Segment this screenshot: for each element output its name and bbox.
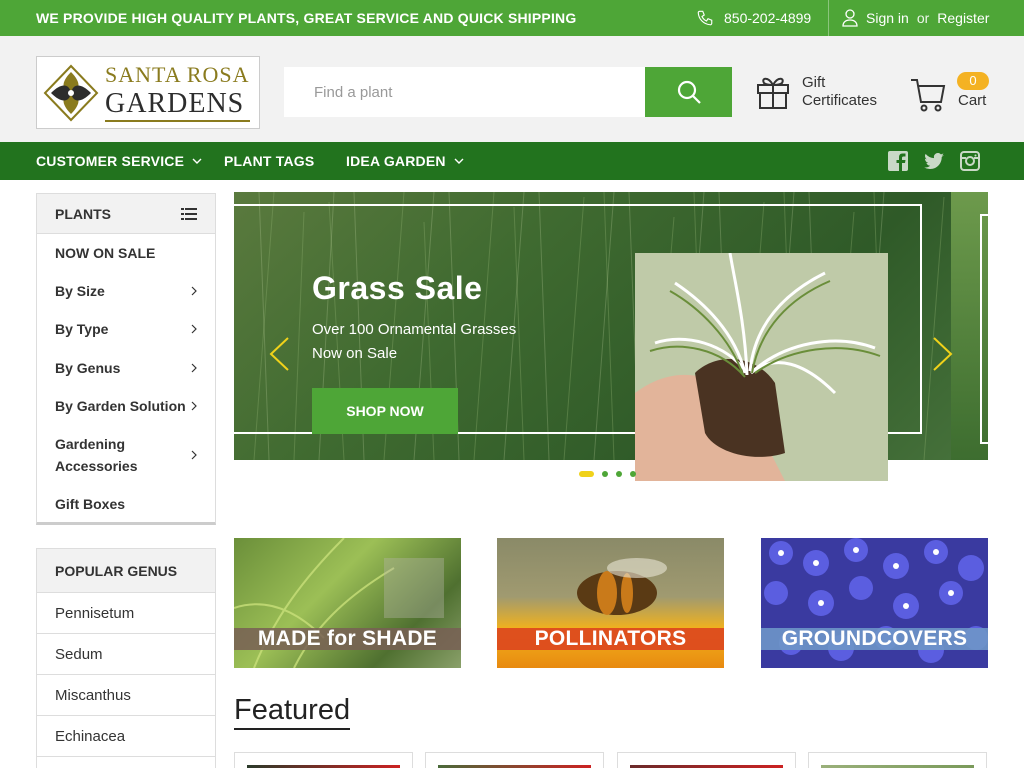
genus-item-pennisetum[interactable]: Pennisetum <box>37 593 215 634</box>
chevron-right-icon[interactable] <box>932 336 954 372</box>
tile-made-for-shade[interactable]: MADE for SHADE <box>234 538 461 668</box>
menu-item-gift-boxes[interactable]: Gift Boxes <box>37 485 215 523</box>
menu-item-by-genus[interactable]: By Genus <box>37 348 215 387</box>
search-icon <box>677 80 701 104</box>
nav-customer-service[interactable]: CUSTOMER SERVICE <box>36 153 202 169</box>
tile-groundcovers[interactable]: GROUNDCOVERS <box>761 538 988 668</box>
chevron-down-icon <box>192 158 202 164</box>
product-card[interactable] <box>808 752 987 768</box>
search-button[interactable] <box>645 67 732 117</box>
nav-plant-tags-label: PLANT TAGS <box>224 153 315 169</box>
chevron-right-icon <box>191 450 197 460</box>
menu-item-by-type[interactable]: By Type <box>37 310 215 348</box>
phone-link[interactable]: 850-202-4899 <box>696 9 811 27</box>
twitter-icon[interactable] <box>923 150 945 172</box>
nav-customer-service-label: CUSTOMER SERVICE <box>36 153 185 169</box>
plants-menu-header[interactable]: PLANTS <box>37 194 215 234</box>
featured-heading: Featured <box>234 694 351 730</box>
genus-label: Miscanthus <box>55 686 131 704</box>
gift-line2: Certificates <box>802 92 878 109</box>
tile-label: MADE for SHADE <box>234 628 461 650</box>
nav-idea-garden-label: IDEA GARDEN <box>346 153 446 169</box>
tile-label: GROUNDCOVERS <box>761 628 988 650</box>
cart-label: Cart <box>958 92 987 109</box>
phone-number: 850-202-4899 <box>724 10 812 26</box>
genus-item-sedum[interactable]: Sedum <box>37 634 215 675</box>
chevron-down-icon <box>454 158 464 164</box>
top-bar: WE PROVIDE HIGH QUALITY PLANTS, GREAT SE… <box>0 0 1024 36</box>
product-card[interactable] <box>234 752 413 768</box>
menu-item-label: By Type <box>55 321 109 337</box>
main-nav: CUSTOMER SERVICE PLANT TAGS IDEA GARDEN <box>0 142 1024 180</box>
popular-genus-header: POPULAR GENUS <box>37 549 215 593</box>
logo-line1: SANTA ROSA <box>105 61 250 87</box>
gift-icon <box>757 77 789 109</box>
instagram-icon[interactable] <box>959 150 981 172</box>
genus-label: Echinacea <box>55 727 126 745</box>
cart-link[interactable]: 0 Cart <box>910 72 990 116</box>
sign-in-link[interactable]: Sign in <box>866 10 909 26</box>
slider-dot[interactable] <box>602 471 608 477</box>
menu-item-by-garden-solution[interactable]: By Garden Solution <box>37 387 215 425</box>
or-text: or <box>916 10 930 26</box>
menu-item-gardening-accessories[interactable]: Gardening Accessories <box>37 425 215 485</box>
chevron-right-icon <box>191 363 197 372</box>
hero-plant-photo <box>635 253 888 481</box>
cart-icon <box>911 79 946 112</box>
chevron-right-icon <box>191 286 197 296</box>
account-links: Sign in or Register <box>842 9 989 27</box>
hero-subtitle: Over 100 Ornamental Grasses Now on Sale <box>312 321 517 362</box>
shop-now-button[interactable]: SHOP NOW <box>312 388 458 434</box>
menu-item-label: By Size <box>55 283 105 299</box>
slider-dot-active[interactable] <box>579 471 594 477</box>
menu-item-label: By Garden Solution <box>55 398 186 414</box>
plant-in-hand-image <box>635 253 888 481</box>
flower-logo-icon <box>43 64 99 121</box>
nav-plant-tags[interactable]: PLANT TAGS <box>224 153 314 169</box>
chevron-right-icon <box>191 324 197 334</box>
register-link[interactable]: Register <box>937 10 989 26</box>
list-icon <box>181 207 197 220</box>
plants-menu: PLANTS NOW ON SALE By Size By Type By Ge… <box>36 193 216 525</box>
gift-certificates-link[interactable]: Gift Certificates <box>756 74 877 110</box>
hero-frame-next <box>980 214 988 444</box>
promo-text: WE PROVIDE HIGH QUALITY PLANTS, GREAT SE… <box>36 10 577 26</box>
menu-item-label: By Genus <box>55 359 121 376</box>
popular-genus-title: POPULAR GENUS <box>55 562 178 579</box>
genus-item-echinacea[interactable]: Echinacea <box>37 716 215 757</box>
menu-item-by-size[interactable]: By Size <box>37 272 215 310</box>
gift-line1: Gift <box>802 74 826 91</box>
phone-icon <box>697 10 713 26</box>
product-card[interactable] <box>425 752 604 768</box>
tile-label: POLLINATORS <box>497 628 724 650</box>
menu-item-label: Gift Boxes <box>55 496 126 512</box>
chevron-left-icon[interactable] <box>268 336 290 372</box>
logo-line2: GARDENS <box>105 89 250 122</box>
menu-item-label: Gardening Accessories <box>55 436 138 474</box>
store-logo[interactable]: SANTA ROSA GARDENS <box>36 56 260 129</box>
facebook-icon[interactable] <box>887 150 909 172</box>
topbar-divider <box>828 0 829 36</box>
genus-label: Pennisetum <box>55 604 135 622</box>
search-input[interactable] <box>284 67 645 117</box>
slider-dots <box>579 471 636 479</box>
product-card[interactable] <box>617 752 796 768</box>
hero-title: Grass Sale <box>312 270 483 306</box>
popular-genus-menu: POPULAR GENUS Pennisetum Sedum Miscanthu… <box>36 548 216 768</box>
header: SANTA ROSA GARDENS Gift Certificates 0 C… <box>0 36 1024 142</box>
user-icon <box>842 9 858 27</box>
slider-dot[interactable] <box>616 471 622 477</box>
cart-count-badge: 0 <box>957 72 989 90</box>
search-bar <box>284 67 732 117</box>
nav-idea-garden[interactable]: IDEA GARDEN <box>346 153 464 169</box>
tile-pollinators[interactable]: POLLINATORS <box>497 538 724 668</box>
plants-menu-title: PLANTS <box>55 205 111 222</box>
menu-item-label: NOW ON SALE <box>55 245 156 261</box>
slider-dot[interactable] <box>630 471 636 477</box>
genus-item-miscanthus[interactable]: Miscanthus <box>37 675 215 716</box>
chevron-right-icon <box>191 401 197 411</box>
genus-label: Sedum <box>55 645 103 663</box>
menu-item-now-on-sale[interactable]: NOW ON SALE <box>37 234 215 272</box>
